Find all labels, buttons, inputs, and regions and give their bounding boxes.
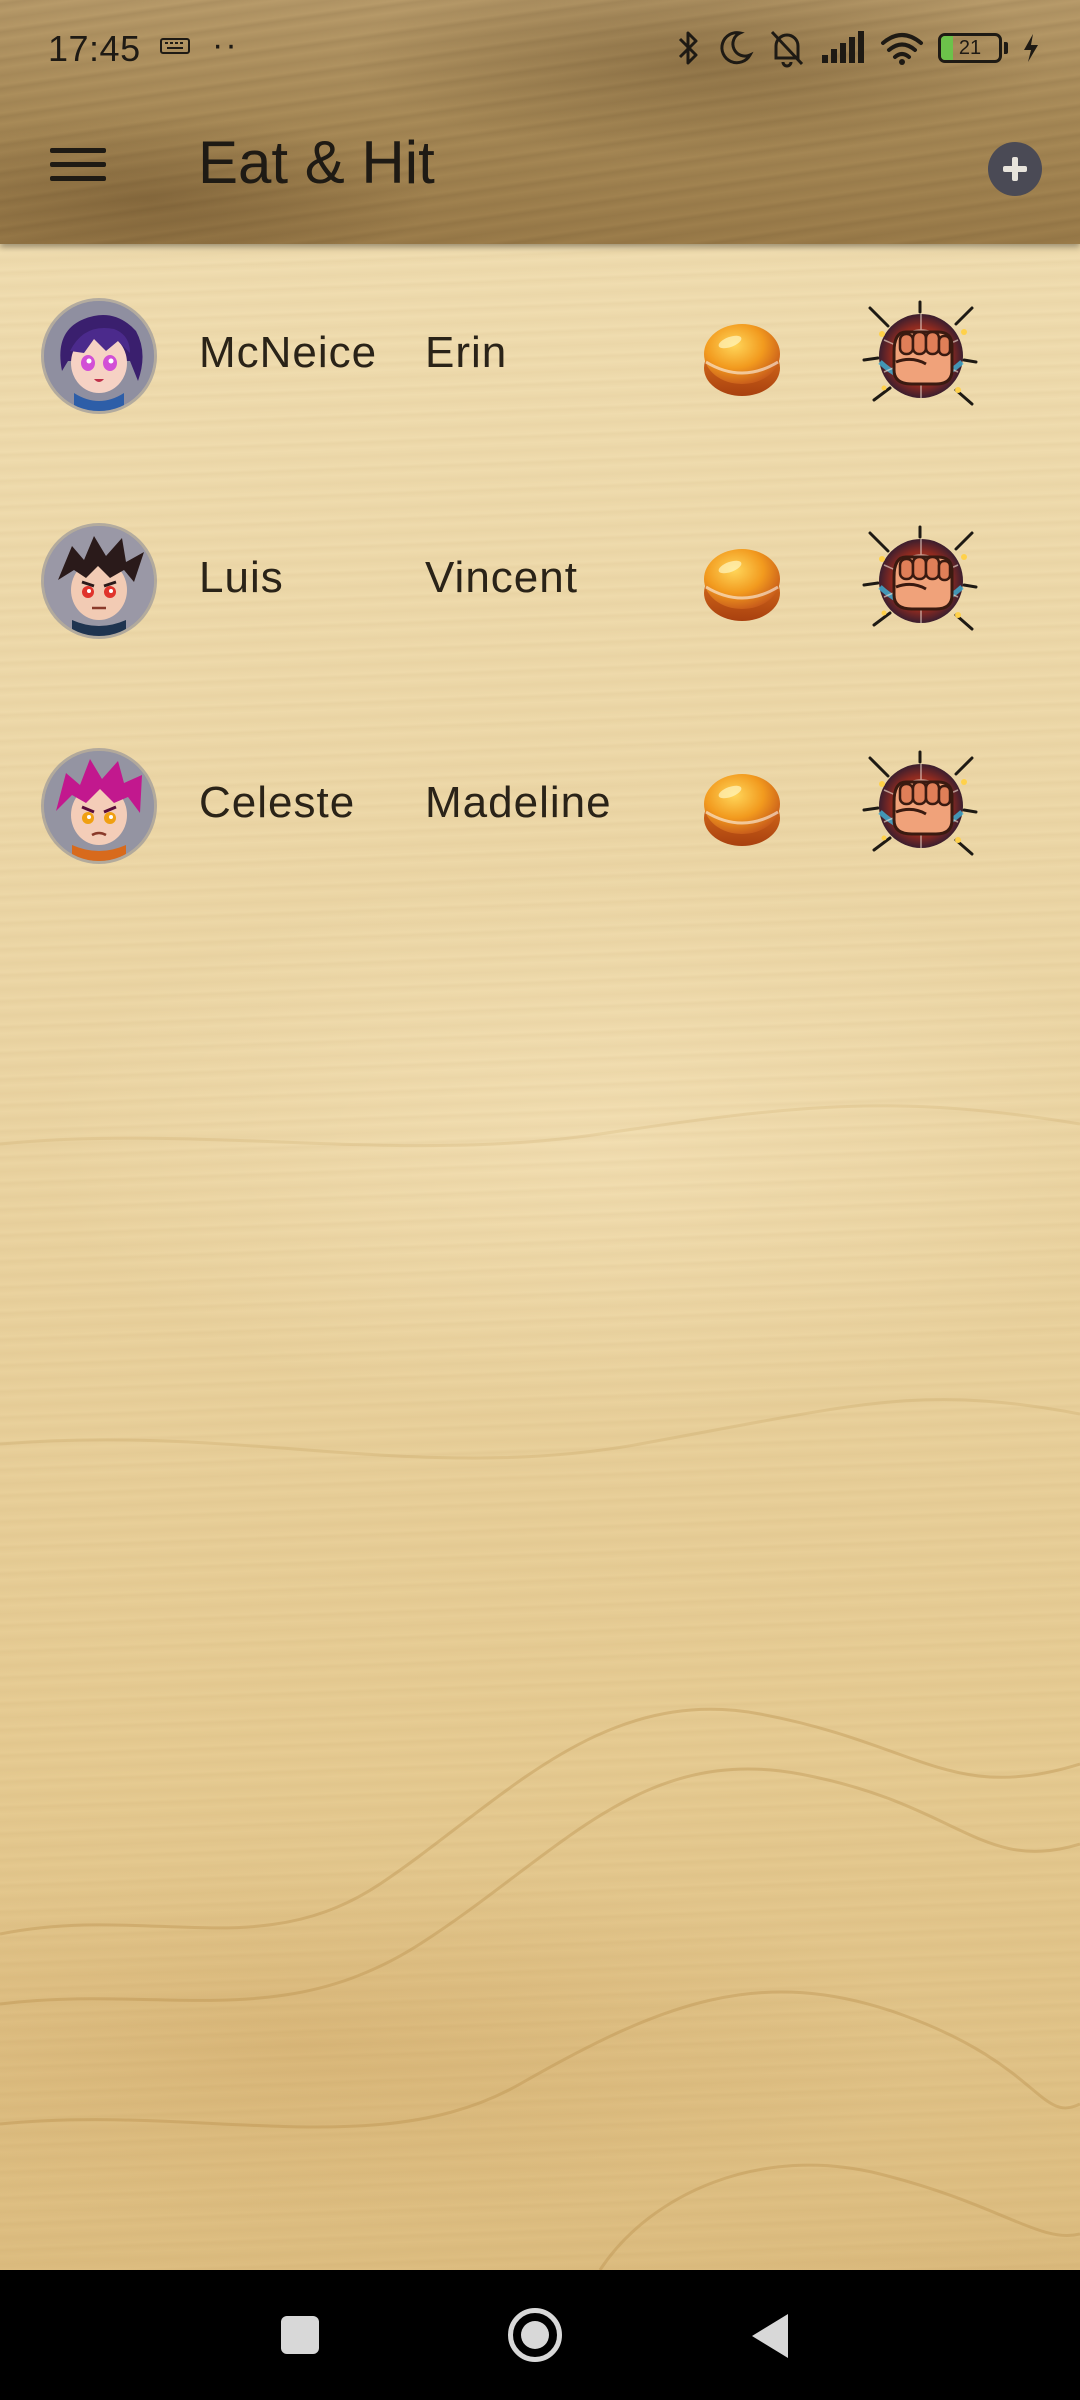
bread-bun-icon [696, 537, 788, 629]
player-last-name: Celeste [199, 778, 356, 827]
signal-icon [820, 31, 866, 65]
back-button[interactable] [752, 2314, 788, 2358]
player-last-name: Luis [199, 553, 284, 602]
player-first-name: Vincent [425, 553, 578, 602]
list-item[interactable]: Celeste Madeline [0, 694, 1080, 919]
muted-bell-icon [768, 28, 806, 68]
add-player-button[interactable] [988, 142, 1042, 196]
fist-punch-icon [860, 750, 982, 860]
player-last-name: McNeice [199, 328, 378, 377]
do-not-disturb-icon [716, 29, 754, 67]
battery-tip [1004, 42, 1008, 54]
app-bar: Eat & Hit [0, 98, 1080, 244]
navigation-bar [0, 2270, 1080, 2400]
page-title: Eat & Hit [198, 129, 435, 196]
hamburger-menu-icon[interactable] [40, 132, 116, 196]
bread-bun-icon [696, 312, 788, 404]
bread-bun-icon [696, 762, 788, 854]
bluetooth-icon [676, 29, 702, 67]
pink-hair-girl-avatar [44, 751, 154, 861]
status-time: 17:45 [48, 28, 141, 69]
list-item[interactable]: Luis Vincent [0, 469, 1080, 694]
hit-button[interactable] [860, 750, 982, 860]
charging-icon [1022, 33, 1040, 63]
red-eyes-boy-avatar [44, 526, 154, 636]
hit-button[interactable] [860, 300, 982, 410]
status-bar: 17:45 ·· 21 [0, 0, 1080, 98]
player-list: McNeice Erin Luis Vincent Celeste Madeli… [0, 244, 1080, 919]
wifi-icon [880, 31, 924, 65]
battery-icon: 21 [938, 33, 1002, 63]
keyboard-icon [160, 36, 190, 56]
battery-fill [941, 36, 954, 60]
battery-level: 21 [958, 36, 982, 59]
eat-button[interactable] [696, 312, 788, 404]
purple-hair-girl-avatar [44, 301, 154, 411]
list-item[interactable]: McNeice Erin [0, 244, 1080, 469]
fist-punch-icon [860, 300, 982, 410]
home-button[interactable] [508, 2308, 562, 2362]
plus-icon [1003, 157, 1027, 181]
overflow-dots-icon: ·· [212, 26, 239, 64]
recents-button[interactable] [281, 2316, 319, 2354]
fist-punch-icon [860, 525, 982, 635]
eat-button[interactable] [696, 762, 788, 854]
player-first-name: Erin [425, 328, 508, 377]
player-first-name: Madeline [425, 778, 612, 827]
eat-button[interactable] [696, 537, 788, 629]
hit-button[interactable] [860, 525, 982, 635]
